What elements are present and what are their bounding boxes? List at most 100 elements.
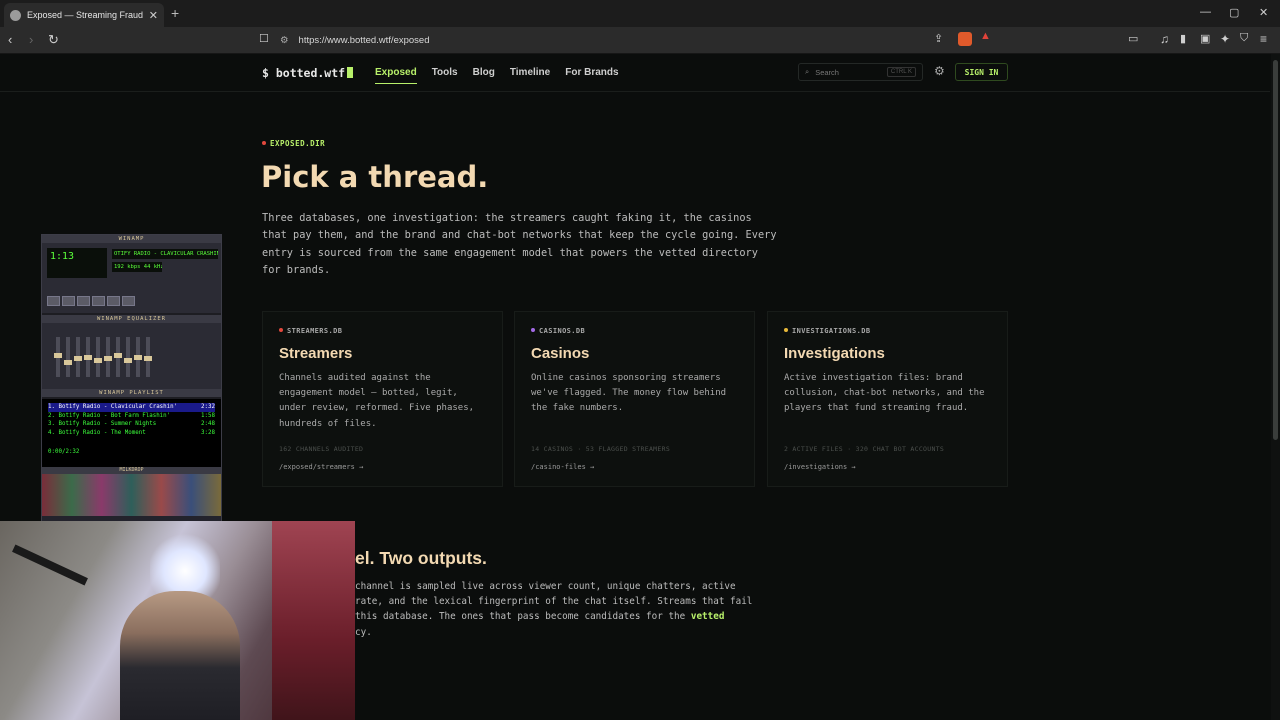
settings-gear-icon[interactable]: ⚙ xyxy=(934,64,945,78)
playlist-time: 0:00/2:32 xyxy=(48,448,80,455)
site-logo[interactable]: $ botted.wtf xyxy=(262,66,354,80)
playlist-item[interactable]: 3. Botify Radio - Summer Nights 2:48 xyxy=(48,420,215,429)
sign-in-button[interactable]: SIGN IN xyxy=(955,63,1008,81)
winamp-title: WINAMP xyxy=(42,235,221,243)
reload-icon[interactable]: ↻ xyxy=(48,32,59,48)
winamp-equalizer: WINAMP EQUALIZER xyxy=(42,313,221,389)
status-dot-icon xyxy=(262,141,266,145)
eq-slider[interactable] xyxy=(94,337,102,377)
eq-slider[interactable] xyxy=(104,337,112,377)
close-window-icon[interactable]: ✕ xyxy=(1259,6,1268,19)
card-description: Channels audited against the engagement … xyxy=(279,373,475,429)
menu-icon[interactable]: ≡ xyxy=(1260,32,1267,46)
vetted-link[interactable]: vetted xyxy=(691,611,725,622)
vpn-icon[interactable]: ⛉ xyxy=(1240,32,1248,45)
card-streamers[interactable]: STREAMERS.DB Streamers Channels audited … xyxy=(262,311,503,487)
forward-icon[interactable]: › xyxy=(29,32,33,47)
address-bar[interactable]: ⚙ https://www.botted.wtf/exposed xyxy=(280,30,1000,51)
dot-icon xyxy=(531,328,535,332)
prev-icon[interactable] xyxy=(47,296,60,306)
search-shortcut: CTRL K xyxy=(886,67,916,77)
cursor-block xyxy=(347,67,354,78)
intro-paragraph: Three databases, one investigation: the … xyxy=(262,212,777,276)
dot-icon xyxy=(784,328,788,332)
card-db-label: INVESTIGATIONS.DB xyxy=(784,327,991,335)
card-db-label: STREAMERS.DB xyxy=(279,327,486,335)
card-link[interactable]: /exposed/streamers → xyxy=(279,463,363,471)
playlist-item[interactable]: 2. Botify Radio - Bot Farm Flashin' 1:58 xyxy=(48,412,215,421)
nav-blog[interactable]: Blog xyxy=(473,67,495,84)
card-meta: 14 CASINOS · 53 FLAGGED STREAMERS xyxy=(531,445,671,453)
winamp-bitrate: 192 kbps 44 kHz xyxy=(112,262,162,272)
dot-icon xyxy=(279,328,283,332)
eq-slider[interactable] xyxy=(114,337,122,377)
close-tab-icon[interactable]: ✕ xyxy=(149,9,158,22)
streamer-figure xyxy=(120,591,240,720)
brave-shields-icon[interactable] xyxy=(958,32,972,46)
minimize-icon[interactable]: — xyxy=(1200,6,1211,18)
play-icon[interactable] xyxy=(62,296,75,306)
pause-icon[interactable] xyxy=(77,296,90,306)
section-eyebrow: EXPOSED.DIR xyxy=(262,139,325,148)
reader-icon[interactable]: ▭ xyxy=(1128,32,1138,45)
brave-rewards-icon[interactable]: ▲ xyxy=(980,30,994,44)
eq-slider[interactable] xyxy=(64,337,72,377)
nav-tools[interactable]: Tools xyxy=(432,67,458,84)
card-link[interactable]: /investigations → xyxy=(784,463,856,471)
winamp-ticker: OTIFY RADIO - CLAVICULAR CRASHIN xyxy=(112,249,218,259)
sidebar-icon[interactable]: ▮ xyxy=(1180,32,1186,45)
nav-for-brands[interactable]: For Brands xyxy=(565,67,618,84)
nav-exposed[interactable]: Exposed xyxy=(375,67,417,84)
winamp-controls xyxy=(47,296,135,306)
eject-icon[interactable] xyxy=(122,296,135,306)
scrollbar-thumb[interactable] xyxy=(1273,60,1278,440)
card-description: Online casinos sponsoring streamers we'v… xyxy=(531,373,727,414)
bookmark-icon[interactable]: ☐ xyxy=(259,32,269,45)
winamp-time-display: 1:13 xyxy=(47,248,107,278)
search-input[interactable]: ⌕ Search CTRL K xyxy=(798,63,923,81)
back-icon[interactable]: ‹ xyxy=(8,32,12,47)
winamp-playlist-title: WINAMP PLAYLIST xyxy=(42,389,221,397)
eq-sliders xyxy=(54,337,152,377)
card-investigations[interactable]: INVESTIGATIONS.DB Investigations Active … xyxy=(767,311,1008,487)
card-title: Investigations xyxy=(784,345,885,362)
leo-icon[interactable]: ✦ xyxy=(1220,32,1230,46)
page-scrollbar[interactable] xyxy=(1271,54,1280,720)
milkdrop-visualizer xyxy=(42,474,221,516)
tab-title: Exposed — Streaming Fraud Dat xyxy=(27,10,143,20)
playlist-item[interactable]: 4. Botify Radio - The Moment 3:28 xyxy=(48,429,215,438)
eq-slider[interactable] xyxy=(74,337,82,377)
eq-slider[interactable] xyxy=(144,337,152,377)
card-meta: 2 ACTIVE FILES · 320 CHAT BOT ACCOUNTS xyxy=(784,445,945,453)
stop-icon[interactable] xyxy=(92,296,105,306)
media-icon[interactable]: ♫ xyxy=(1160,32,1169,46)
card-db-label: CASINOS.DB xyxy=(531,327,738,335)
search-icon: ⌕ xyxy=(805,67,810,76)
eq-slider[interactable] xyxy=(84,337,92,377)
playlist-item[interactable]: 1. Botify Radio - Clavicular Crashin' 2:3… xyxy=(48,403,215,412)
eq-slider[interactable] xyxy=(54,337,62,377)
section-paragraph: channel is sampled live across viewer co… xyxy=(355,581,753,638)
new-tab-button[interactable]: + xyxy=(171,5,179,21)
next-icon[interactable] xyxy=(107,296,120,306)
share-icon[interactable]: ⇪ xyxy=(934,32,943,45)
tab-exposed[interactable]: Exposed — Streaming Fraud Dat ✕ xyxy=(4,3,164,27)
eq-slider[interactable] xyxy=(134,337,142,377)
wallet-icon[interactable]: ▣ xyxy=(1200,32,1210,45)
webcam-overlay xyxy=(0,521,355,720)
maximize-icon[interactable]: ▢ xyxy=(1229,6,1239,19)
favicon-icon xyxy=(10,9,21,21)
background-doorway xyxy=(272,521,355,720)
milkdrop-title: MILKDROP xyxy=(42,467,221,474)
card-link[interactable]: /casino-files → xyxy=(531,463,594,471)
eq-slider[interactable] xyxy=(124,337,132,377)
section-heading: el. Two outputs. xyxy=(355,548,487,568)
card-title: Streamers xyxy=(279,345,353,362)
nav-timeline[interactable]: Timeline xyxy=(510,67,550,84)
site-info-icon[interactable]: ⚙ xyxy=(280,35,289,46)
url-text: https://www.botted.wtf/exposed xyxy=(298,35,430,46)
winamp-overlay: WINAMP 1:13 OTIFY RADIO - CLAVICULAR CRA… xyxy=(41,234,222,522)
winamp-main: 1:13 OTIFY RADIO - CLAVICULAR CRASHIN 19… xyxy=(42,243,221,313)
card-casinos[interactable]: CASINOS.DB Casinos Online casinos sponso… xyxy=(514,311,755,487)
winamp-playlist: 1. Botify Radio - Clavicular Crashin' 2:3… xyxy=(42,397,221,467)
